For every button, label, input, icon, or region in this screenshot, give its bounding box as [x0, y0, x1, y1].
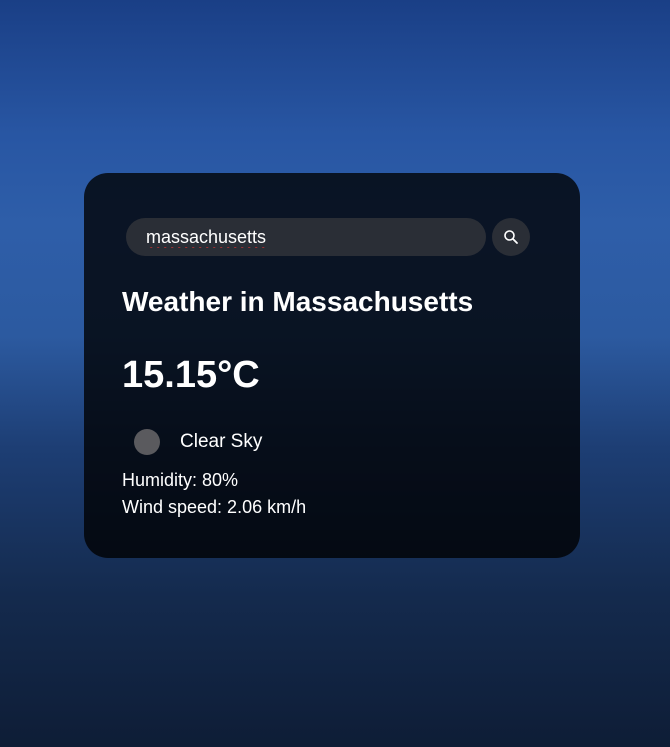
weather-condition: Clear Sky [134, 429, 262, 455]
city-title: Weather in Massachusetts [122, 286, 474, 317]
search-bar [126, 218, 530, 256]
search-button[interactable] [492, 218, 530, 256]
wind-speed: Wind speed: 2.06 km/h [122, 497, 307, 517]
search-icon [504, 230, 518, 244]
humidity: Humidity: 80% [122, 470, 239, 490]
weather-card: Weather in Massachusetts 15.15°C Clear S… [84, 173, 580, 558]
search-input[interactable] [126, 218, 486, 256]
temperature: 15.15°C [122, 354, 260, 396]
weather-description: Clear Sky [180, 431, 263, 452]
weather-icon [134, 429, 160, 455]
